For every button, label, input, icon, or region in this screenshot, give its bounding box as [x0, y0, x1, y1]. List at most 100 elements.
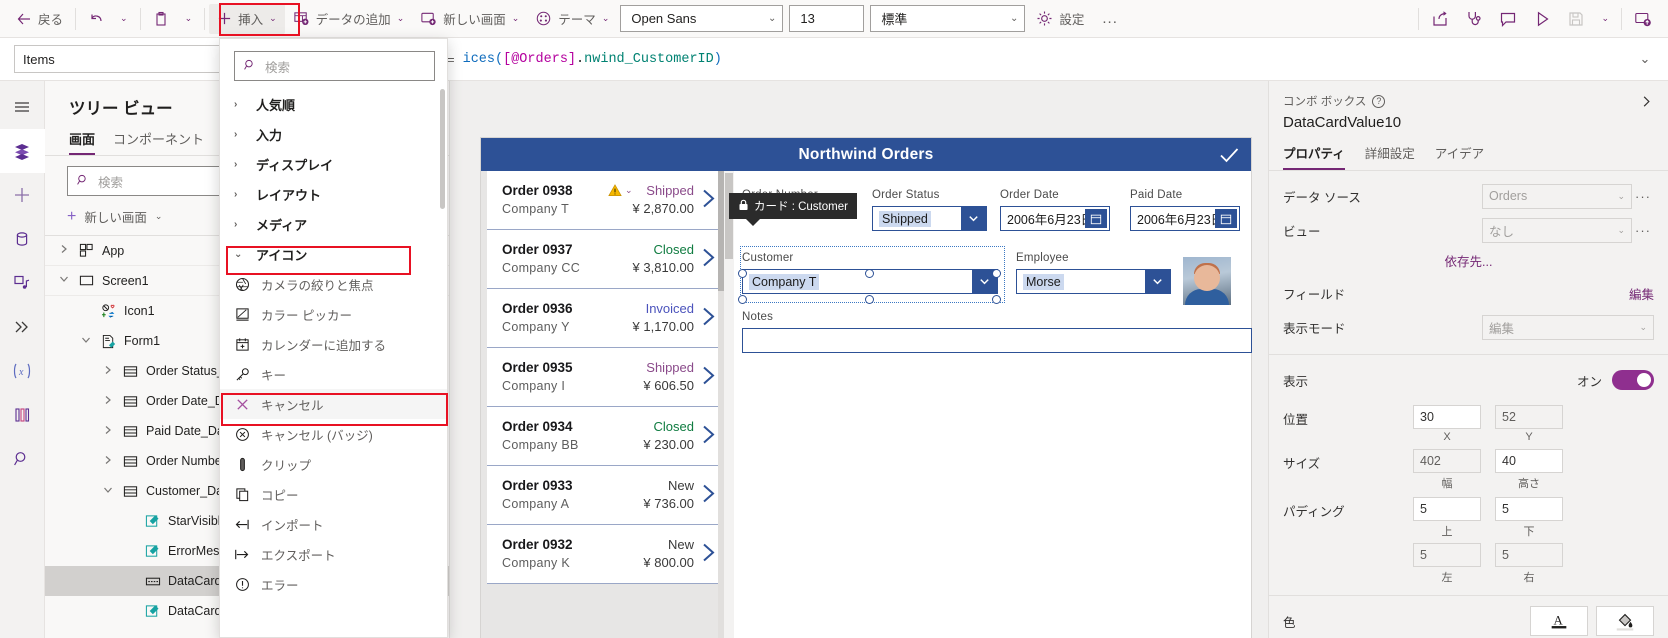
insert-item-export[interactable]: エクスポート [220, 539, 447, 569]
save-check-icon[interactable] [1207, 138, 1251, 171]
gallery-item[interactable]: Order 0937 Company CC Closed ¥ 3,810.00 [487, 230, 724, 289]
chevron-right-icon[interactable] [101, 455, 115, 468]
undo-button[interactable] [80, 4, 112, 34]
gallery-item[interactable]: Order 0938 Company T Shipped ¥ 2,870.00 ⌄ [487, 171, 724, 230]
padding-bottom-input[interactable]: 5 [1495, 497, 1563, 521]
chevron-right-icon[interactable] [101, 395, 115, 408]
insert-button[interactable]: 挿入 ⌄ [209, 3, 285, 34]
view-more-button[interactable]: ··· [1632, 223, 1654, 238]
size-width-input[interactable]: 402 [1413, 449, 1481, 473]
tab-properties[interactable]: プロパティ [1283, 143, 1345, 170]
app-checker-button[interactable] [1457, 4, 1491, 34]
visible-toggle[interactable] [1612, 370, 1655, 390]
insert-group-レイアウト[interactable]: › レイアウト [220, 179, 447, 209]
text-color-button[interactable]: A [1530, 606, 1588, 636]
dependents-link[interactable]: 依存先... [1445, 255, 1493, 269]
view-select[interactable]: なし ⌄ [1482, 217, 1632, 243]
notes-input[interactable] [742, 328, 1252, 353]
resize-handle-bc[interactable] [865, 295, 874, 304]
datasource-select[interactable]: Orders ⌄ [1482, 183, 1632, 209]
insert-group-メディア[interactable]: › メディア [220, 209, 447, 239]
chevron-down-icon[interactable] [79, 335, 93, 348]
preview-button[interactable] [1525, 4, 1559, 34]
gallery-item[interactable]: Order 0934 Company BB Closed ¥ 230.00 [487, 407, 724, 466]
insert-item-add-to-calendar[interactable]: カレンダーに追加する [220, 329, 447, 359]
paste-button[interactable] [145, 4, 177, 34]
order-date-input[interactable]: 2006年6月23日 [1000, 206, 1110, 231]
font-size-select[interactable]: 13 [789, 5, 865, 32]
tools-icon[interactable] [0, 393, 45, 437]
gallery-item[interactable]: Order 0932 Company K New ¥ 800.00 [487, 525, 724, 584]
insert-icon[interactable] [0, 173, 45, 217]
insert-item-error[interactable]: エラー [220, 569, 447, 599]
search-icon[interactable] [0, 437, 45, 481]
insert-group-アイコン[interactable]: ⌄ アイコン [220, 239, 447, 269]
power-automate-icon[interactable] [0, 305, 45, 349]
gallery-item[interactable]: Order 0935 Company I Shipped ¥ 606.50 [487, 348, 724, 407]
chevron-right-icon[interactable] [700, 246, 718, 273]
chevron-right-icon[interactable] [700, 541, 718, 568]
warning-indicator[interactable]: ⌄ [607, 183, 633, 198]
order-status-dropdown[interactable]: Shipped [872, 206, 987, 231]
fields-edit-link[interactable]: 編集 [1629, 284, 1654, 303]
resize-handle-br[interactable] [992, 295, 1001, 304]
publish-button[interactable] [1626, 4, 1660, 34]
calendar-icon[interactable] [1215, 209, 1237, 228]
flyout-search-input[interactable]: 検索 [234, 51, 435, 81]
tab-ideas[interactable]: アイデア [1435, 143, 1484, 170]
chevron-right-icon[interactable] [700, 364, 718, 391]
variables-icon[interactable]: x [0, 349, 45, 393]
theme-button[interactable]: テーマ ⌄ [527, 4, 617, 34]
resize-handle-tc[interactable] [865, 269, 874, 278]
insert-group-入力[interactable]: › 入力 [220, 119, 447, 149]
flyout-scrollbar[interactable] [440, 89, 445, 209]
resize-handle-bl[interactable] [738, 295, 747, 304]
insert-item-color-picker[interactable]: カラー ピッカー [220, 299, 447, 329]
chevron-right-icon[interactable] [101, 425, 115, 438]
formula-input[interactable]: ices([@Orders].nwind_CustomerID) [463, 52, 1622, 67]
chevron-right-icon[interactable] [700, 305, 718, 332]
padding-top-input[interactable]: 5 [1413, 497, 1481, 521]
insert-group-ディスプレイ[interactable]: › ディスプレイ [220, 149, 447, 179]
chevron-right-icon[interactable] [700, 423, 718, 450]
new-screen-button[interactable]: 新しい画面 ⌄ [412, 4, 527, 34]
chevron-right-icon[interactable] [101, 365, 115, 378]
formula-expand-button[interactable]: ⌄ [1622, 51, 1668, 67]
datasource-more-button[interactable]: ··· [1632, 189, 1654, 204]
paid-date-input[interactable]: 2006年6月23日 [1130, 206, 1240, 231]
calendar-icon[interactable] [1085, 209, 1107, 228]
tab-advanced[interactable]: 詳細設定 [1365, 143, 1415, 170]
chevron-down-icon[interactable] [57, 274, 71, 287]
insert-item-cancel-x[interactable]: キャンセル [220, 389, 447, 419]
comments-button[interactable] [1491, 4, 1525, 34]
overflow-button[interactable]: ... [1092, 10, 1128, 27]
insert-item-key[interactable]: キー [220, 359, 447, 389]
save-dropdown[interactable]: ⌄ [1593, 4, 1617, 34]
resize-handle-tr[interactable] [992, 269, 1001, 278]
undo-dropdown[interactable]: ⌄ [112, 4, 136, 34]
position-y-input[interactable]: 52 [1495, 405, 1563, 429]
save-button[interactable] [1559, 4, 1593, 34]
chevron-right-icon[interactable] [700, 482, 718, 509]
share-button[interactable] [1423, 4, 1457, 34]
chevron-right-icon[interactable] [57, 244, 71, 257]
tab-components[interactable]: コンポーネント [113, 129, 204, 155]
chevron-right-icon[interactable] [700, 187, 718, 214]
fill-color-button[interactable] [1596, 606, 1654, 636]
chevron-down-icon[interactable] [101, 485, 115, 498]
tab-screens[interactable]: 画面 [69, 129, 96, 155]
settings-button[interactable]: 設定 [1028, 4, 1092, 34]
insert-item-aperture[interactable]: カメラの絞りと焦点 [220, 269, 447, 299]
hamburger-menu-icon[interactable] [0, 85, 45, 129]
font-family-select[interactable]: Open Sans ⌄ [620, 5, 784, 32]
paste-dropdown[interactable]: ⌄ [177, 4, 201, 34]
insert-item-copy[interactable]: コピー [220, 479, 447, 509]
media-icon[interactable] [0, 261, 45, 305]
size-height-input[interactable]: 40 [1495, 449, 1563, 473]
insert-item-import[interactable]: インポート [220, 509, 447, 539]
back-button[interactable]: 戻る [8, 4, 71, 34]
position-x-input[interactable]: 30 [1413, 405, 1481, 429]
insert-item-clip[interactable]: クリップ [220, 449, 447, 479]
add-data-button[interactable]: データの追加 ⌄ [285, 4, 413, 34]
employee-combobox[interactable]: Morse [1016, 269, 1171, 294]
